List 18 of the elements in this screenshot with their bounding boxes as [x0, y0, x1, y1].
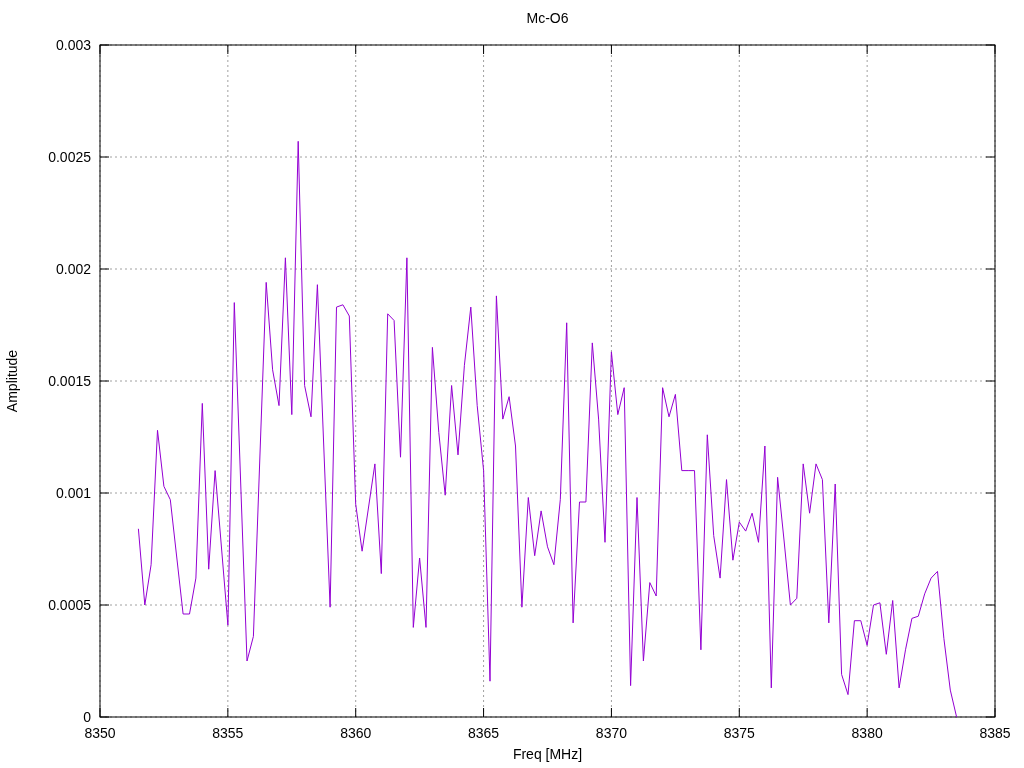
x-tick-label: 8360	[340, 725, 372, 741]
x-tick-label: 8365	[468, 725, 500, 741]
y-tick-label: 0.0005	[48, 597, 91, 613]
y-tick-label: 0	[83, 709, 91, 725]
y-tick-label: 0.003	[55, 37, 91, 53]
x-tick-label: 8355	[212, 725, 244, 741]
x-tick-label: 8375	[723, 725, 755, 741]
x-tick-label: 8370	[595, 725, 627, 741]
x-tick-label: 8350	[84, 725, 116, 741]
x-axis-label: Freq [MHz]	[512, 746, 583, 762]
y-tick-label: 0.0015	[48, 373, 91, 389]
x-tick-label: 8380	[851, 725, 883, 741]
y-tick-label: 0.001	[55, 485, 91, 501]
chart-title: Mc-O6	[526, 10, 569, 26]
y-tick-label: 0.0025	[48, 149, 91, 165]
y-axis-label: Amplitude	[4, 349, 20, 413]
x-tick-label: 8385	[979, 725, 1011, 741]
y-tick-label: 0.002	[55, 261, 91, 277]
